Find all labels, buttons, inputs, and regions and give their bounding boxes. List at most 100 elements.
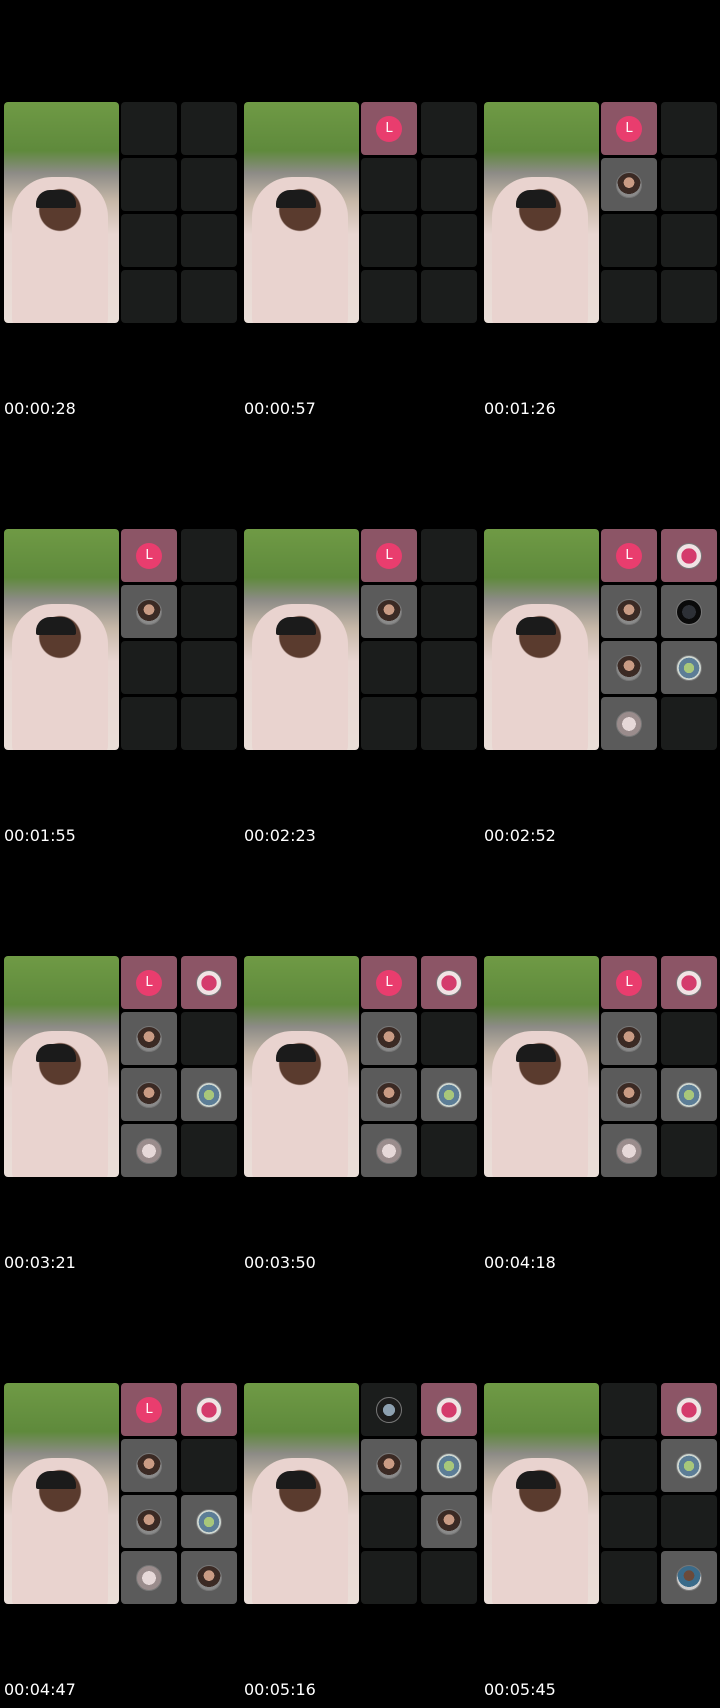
participant-tile[interactable] [121, 1068, 177, 1121]
main-video-feed[interactable] [244, 1383, 359, 1604]
participant-tile[interactable] [661, 1068, 717, 1121]
participant-tile[interactable] [121, 1012, 177, 1065]
call-frame: 00:00:28 [0, 0, 240, 427]
participant-tile[interactable] [361, 1439, 417, 1492]
participant-avatar [376, 598, 402, 625]
participant-tile[interactable] [661, 956, 717, 1009]
participant-tile[interactable]: L [361, 529, 417, 582]
participant-tile[interactable] [421, 956, 477, 1009]
timestamp-label: 00:01:26 [484, 399, 556, 418]
participant-tile[interactable] [181, 1495, 237, 1548]
participant-avatar [436, 1081, 462, 1108]
participant-tile[interactable] [601, 697, 657, 750]
participant-tile[interactable] [661, 585, 717, 638]
participant-tile[interactable] [361, 1068, 417, 1121]
participant-tile[interactable] [601, 158, 657, 211]
participant-tile [361, 158, 417, 211]
participant-avatar [616, 171, 642, 198]
participant-tile [361, 1495, 417, 1548]
participant-tile[interactable] [661, 1383, 717, 1436]
participant-grid [361, 1383, 477, 1604]
participant-tile[interactable] [181, 1068, 237, 1121]
participant-tile[interactable]: L [121, 1383, 177, 1436]
participant-tile[interactable] [661, 1551, 717, 1604]
participant-tile[interactable] [121, 1495, 177, 1548]
participant-tile[interactable]: L [121, 529, 177, 582]
participant-tile[interactable] [661, 529, 717, 582]
participant-tile[interactable] [601, 1012, 657, 1065]
participant-grid: L [121, 529, 237, 750]
participant-avatar [196, 1396, 222, 1423]
main-video-feed[interactable] [4, 1383, 119, 1604]
participant-avatar [676, 969, 702, 996]
participant-tile[interactable] [421, 1383, 477, 1436]
participant-tile[interactable] [121, 1124, 177, 1177]
participant-tile[interactable]: L [361, 956, 417, 1009]
timestamp-label: 00:04:47 [4, 1680, 76, 1699]
call-frame: L 00:04:47 [0, 1281, 240, 1708]
timestamp-label: 00:00:57 [244, 399, 316, 418]
main-video-feed[interactable] [4, 102, 119, 323]
main-video-feed[interactable] [244, 102, 359, 323]
participant-tile[interactable] [361, 1383, 417, 1436]
participant-tile [181, 1439, 237, 1492]
participant-tile [181, 529, 237, 582]
participant-tile[interactable] [601, 585, 657, 638]
participant-avatar [616, 1081, 642, 1108]
participant-tile [421, 697, 477, 750]
main-video-feed[interactable] [4, 956, 119, 1177]
participant-avatar [676, 1396, 702, 1423]
speaker-cap [276, 190, 316, 208]
participant-tile[interactable] [361, 1012, 417, 1065]
call-frame: L 00:01:55 [0, 427, 240, 854]
timestamp-label: 00:03:21 [4, 1253, 76, 1272]
participant-tile[interactable] [361, 585, 417, 638]
participant-grid: L [121, 956, 237, 1177]
participant-tile[interactable] [601, 641, 657, 694]
call-frame: L 00:02:52 [480, 427, 720, 854]
participant-avatar [436, 1452, 462, 1479]
participant-tile [121, 158, 177, 211]
main-video-feed[interactable] [484, 956, 599, 1177]
participant-tile[interactable] [601, 1068, 657, 1121]
participant-tile [661, 102, 717, 155]
participant-avatar [616, 1025, 642, 1052]
participant-avatar [136, 1025, 162, 1052]
participant-tile[interactable]: L [361, 102, 417, 155]
participant-tile[interactable] [181, 1383, 237, 1436]
participant-tile[interactable]: L [601, 956, 657, 1009]
participant-tile [421, 1012, 477, 1065]
main-video-feed[interactable] [484, 529, 599, 750]
participant-tile[interactable] [421, 1068, 477, 1121]
speaker-cap [516, 190, 556, 208]
participant-tile [601, 270, 657, 323]
participant-tile[interactable]: L [601, 529, 657, 582]
main-video-feed[interactable] [244, 529, 359, 750]
participant-tile[interactable] [421, 1495, 477, 1548]
participant-tile [601, 1551, 657, 1604]
participant-tile [361, 641, 417, 694]
participant-tile[interactable] [361, 1124, 417, 1177]
participant-tile[interactable]: L [601, 102, 657, 155]
participant-tile[interactable] [121, 585, 177, 638]
main-video-feed[interactable] [244, 956, 359, 1177]
participant-tile[interactable] [181, 956, 237, 1009]
participant-tile[interactable]: L [121, 956, 177, 1009]
participant-tile[interactable] [121, 1439, 177, 1492]
participant-avatar [136, 1081, 162, 1108]
main-video-feed[interactable] [4, 529, 119, 750]
participant-tile[interactable] [421, 1439, 477, 1492]
participant-tile [181, 641, 237, 694]
participant-tile [121, 214, 177, 267]
main-video-feed[interactable] [484, 1383, 599, 1604]
participant-tile[interactable] [661, 641, 717, 694]
participant-avatar [436, 1508, 462, 1535]
participant-tile[interactable] [121, 1551, 177, 1604]
main-video-feed[interactable] [484, 102, 599, 323]
participant-tile[interactable] [181, 1551, 237, 1604]
participant-tile [421, 529, 477, 582]
participant-tile[interactable] [601, 1124, 657, 1177]
participant-avatar [676, 542, 702, 569]
participant-tile[interactable] [661, 1439, 717, 1492]
participant-grid [601, 1383, 717, 1604]
